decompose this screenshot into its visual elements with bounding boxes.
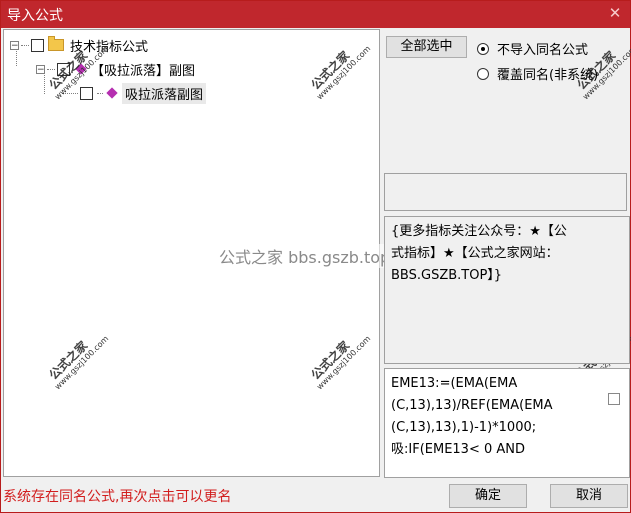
- radio-overwrite[interactable]: 覆盖同名(非系统): [477, 64, 598, 83]
- title-bar: 导入公式 ✕: [1, 1, 630, 28]
- tree-dots: [47, 68, 55, 70]
- tree-node-leaf[interactable]: 吸拉派落副图: [62, 82, 207, 104]
- description-line: {更多指标关注公众号：★【公: [391, 224, 567, 239]
- collapse-icon[interactable]: −: [36, 64, 45, 74]
- watermark-center: 公式之家 bbs.gszb.top: [219, 244, 391, 268]
- leaf-checkbox[interactable]: [80, 86, 93, 100]
- dialog-title: 导入公式: [7, 8, 63, 24]
- collapse-icon[interactable]: −: [10, 40, 19, 50]
- tree-dots: [97, 92, 103, 94]
- code-line: (C,13),13),1)-1)*1000;: [391, 420, 537, 435]
- leaf-label: 吸拉派落副图: [122, 82, 207, 104]
- tree-dots: [21, 44, 29, 46]
- status-message: 系统存在同名公式,再次点击可以更名: [3, 489, 232, 505]
- formula-icon: [106, 87, 118, 99]
- description-line: 式指标】★【公式之家网站：: [391, 246, 559, 261]
- radio-overwrite-label: 覆盖同名(非系统): [497, 68, 599, 83]
- radio-indicator[interactable]: [477, 67, 489, 80]
- ok-button[interactable]: 确定: [449, 484, 527, 508]
- folder-icon: [48, 36, 64, 51]
- radio-skip-label: 不导入同名公式: [497, 43, 589, 58]
- root-checkbox[interactable]: [31, 38, 44, 52]
- radio-skip-duplicates[interactable]: 不导入同名公式: [477, 39, 588, 58]
- cancel-button[interactable]: 取消: [550, 484, 628, 508]
- radio-indicator[interactable]: [477, 42, 489, 55]
- close-icon[interactable]: ✕: [606, 4, 624, 22]
- formula-name-field[interactable]: [384, 173, 627, 211]
- select-all-button[interactable]: 全部选中: [386, 36, 467, 58]
- child-label: 【吸拉派落】副图: [91, 63, 196, 79]
- formula-description: {更多指标关注公众号：★【公 式指标】★【公式之家网站： BBS.GSZB.TO…: [384, 216, 630, 364]
- code-view-checkbox[interactable]: [608, 393, 620, 405]
- code-line: (C,13),13)/REF(EMA(EMA: [391, 398, 553, 413]
- code-line: 吸:IF(EME13< 0 AND: [391, 442, 526, 457]
- import-formula-dialog: 导入公式 ✕ − 技术指标公式 − 【吸拉派落】副图 吸拉派落副图 公式之家 w…: [0, 0, 631, 513]
- description-line: BBS.GSZB.TOP】}: [391, 268, 503, 283]
- code-line: EME13:=(EMA(EMA: [391, 376, 518, 391]
- formula-code-view[interactable]: EME13:=(EMA(EMA (C,13),13)/REF(EMA(EMA (…: [384, 368, 630, 478]
